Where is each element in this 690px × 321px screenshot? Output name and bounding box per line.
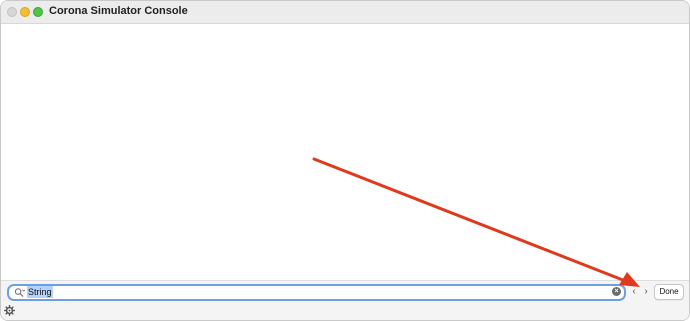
magnifier-icon[interactable]: [14, 287, 25, 298]
find-bar: String × ‹ › Done: [1, 280, 689, 302]
done-button[interactable]: Done: [654, 284, 684, 300]
minimize-window-button[interactable]: [20, 7, 30, 17]
chevron-right-icon[interactable]: ›: [641, 286, 651, 298]
clear-icon[interactable]: ×: [612, 287, 621, 296]
title-bar[interactable]: Corona Simulator Console: [1, 1, 689, 24]
chevron-left-icon[interactable]: ‹: [629, 286, 639, 298]
console-output[interactable]: [1, 24, 689, 280]
maximize-window-button[interactable]: [33, 7, 43, 17]
search-input-value[interactable]: String: [27, 286, 53, 298]
window-title: Corona Simulator Console: [49, 5, 188, 17]
status-bar: [1, 302, 689, 320]
search-field[interactable]: String ×: [7, 284, 626, 301]
close-window-button[interactable]: [7, 7, 17, 17]
gear-icon[interactable]: [4, 305, 15, 316]
console-window: Corona Simulator Console String × ‹ › Do…: [0, 0, 690, 321]
